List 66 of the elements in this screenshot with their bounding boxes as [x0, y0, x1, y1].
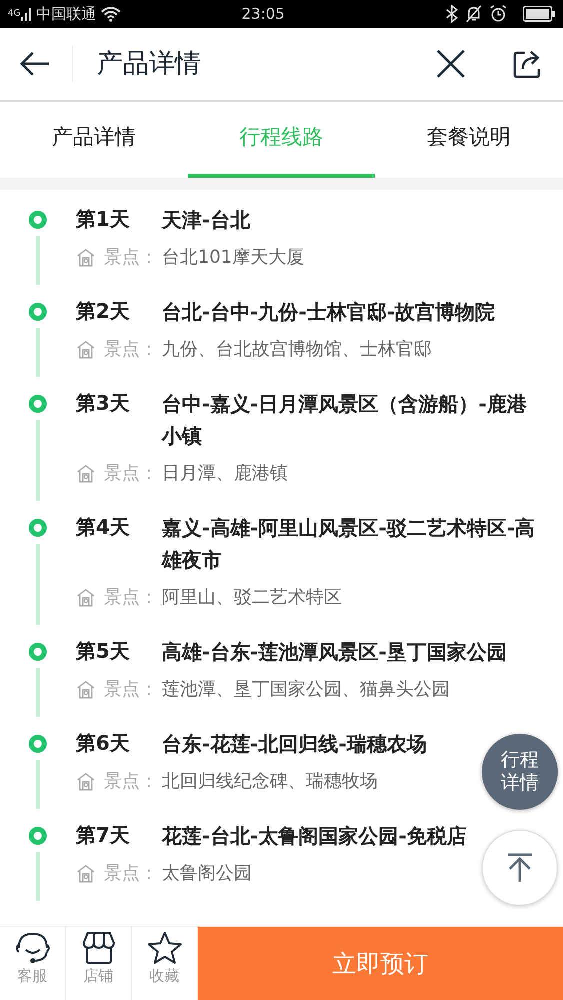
house-icon: [76, 772, 96, 792]
route-title: 花莲-台北-太鲁阁国家公园-免税店: [162, 824, 467, 848]
timeline-dot: [29, 827, 47, 845]
bluetooth-icon: [446, 5, 458, 23]
day-label: 第4天: [76, 514, 131, 541]
spots-text: 九份、台北故宫博物馆、士林官邸: [162, 338, 432, 362]
spots-text: 阿里山、驳二艺术特区: [162, 586, 342, 610]
route-title: 天津-台北: [162, 208, 250, 232]
spots-text: 台北101摩天大厦: [162, 246, 304, 270]
timeline-dot: [29, 395, 47, 413]
alarm-icon: [490, 5, 507, 23]
route-title: 高雄-台东-莲池潭风景区-垦丁国家公园: [162, 640, 507, 664]
spots-label: 景点：: [104, 462, 158, 486]
storefront-icon: [82, 931, 116, 965]
spots-label: 景点：: [104, 338, 158, 362]
tab[interactable]: 套餐说明: [375, 102, 563, 178]
page-title: 产品详情: [72, 46, 437, 82]
route-title: 台东-花莲-北回归线-瑞穗农场: [162, 732, 427, 756]
timeline-dot: [29, 519, 47, 537]
timeline-dot: [29, 211, 47, 229]
day-label: 第5天: [76, 638, 131, 665]
house-icon: [76, 680, 96, 700]
headset-icon: [14, 931, 52, 965]
timeline-dot: [29, 735, 47, 753]
house-icon: [76, 248, 96, 268]
muted-bell-icon: [466, 5, 482, 23]
signal-icon: [20, 6, 33, 22]
house-icon: [76, 340, 96, 360]
service-button[interactable]: 客服: [0, 927, 66, 1000]
carrier-name: 中国联通: [36, 4, 97, 25]
route-title: 台北-台中-九份-士林官邸-故宫博物院: [162, 300, 496, 324]
shop-button[interactable]: 店铺: [66, 927, 132, 1000]
arrow-up-icon: [506, 853, 534, 883]
timeline-dot: [29, 303, 47, 321]
spots-text: 北回归线纪念碑、瑞穗牧场: [162, 770, 378, 794]
day-label: 第6天: [76, 730, 131, 757]
share-icon[interactable]: [513, 49, 543, 79]
day-label: 第3天: [76, 390, 131, 417]
route-title: 嘉义-高雄-阿里山风景区-驳二艺术特区-高雄夜市: [162, 516, 536, 572]
network-label: 4G: [8, 10, 21, 19]
house-icon: [76, 588, 96, 608]
house-icon: [76, 864, 96, 884]
spots-label: 景点：: [104, 770, 158, 794]
back-icon[interactable]: [20, 51, 50, 77]
spots-text: 太鲁阁公园: [162, 862, 252, 886]
close-icon[interactable]: [437, 50, 465, 78]
day-label: 第2天: [76, 298, 131, 325]
spots-text: 日月潭、鹿港镇: [162, 462, 288, 486]
timeline-dot: [29, 643, 47, 661]
battery-icon: [523, 6, 555, 22]
spots-text: 莲池潭、垦丁国家公园、猫鼻头公园: [162, 678, 450, 702]
back-to-top-button[interactable]: [482, 830, 558, 906]
day-label: 第1天: [76, 206, 131, 233]
tab[interactable]: 产品详情: [0, 102, 188, 178]
spots-label: 景点：: [104, 246, 158, 270]
spots-label: 景点：: [104, 678, 158, 702]
book-now-button[interactable]: 立即预订: [198, 927, 563, 1000]
spots-label: 景点：: [104, 862, 158, 886]
route-title: 台中-嘉义-日月潭风景区（含游船）-鹿港小镇: [162, 392, 527, 448]
house-icon: [76, 464, 96, 484]
itinerary-details-button[interactable]: 行程详情: [482, 734, 558, 810]
spots-label: 景点：: [104, 586, 158, 610]
star-icon: [146, 931, 182, 965]
clock-time: 23:05: [240, 4, 286, 25]
wifi-icon: [100, 6, 121, 22]
day-label: 第7天: [76, 822, 131, 849]
